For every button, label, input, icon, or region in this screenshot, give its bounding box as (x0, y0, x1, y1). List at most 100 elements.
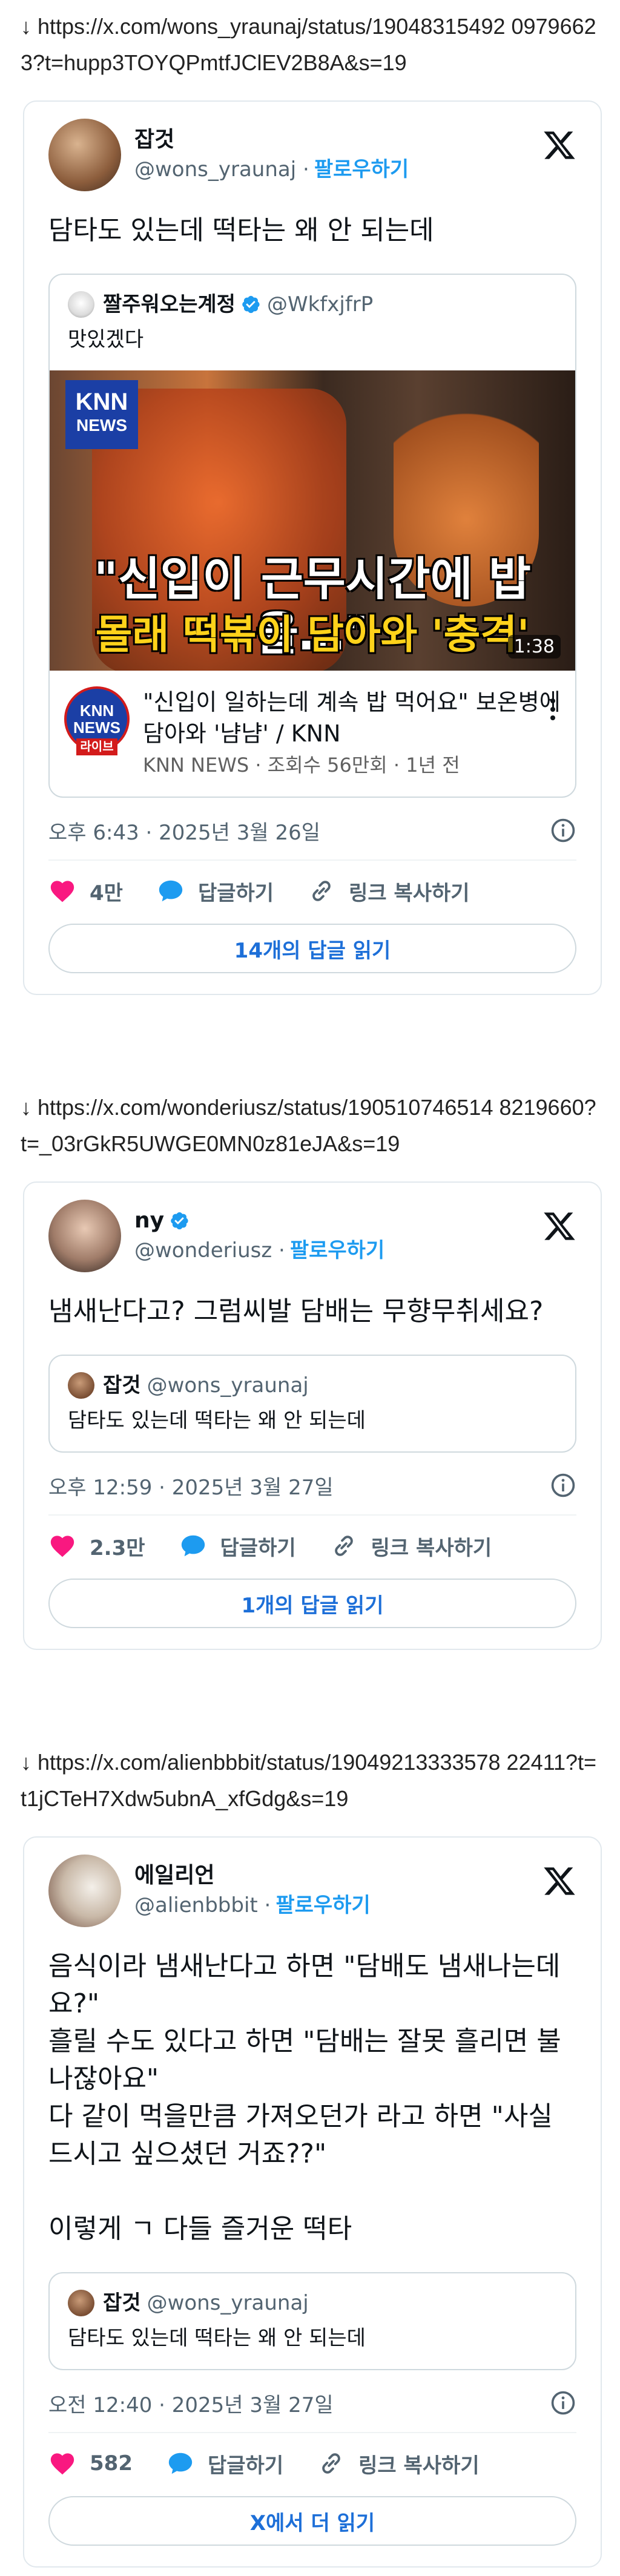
read-more-on-x-button[interactable]: X에서 더 읽기 (48, 2496, 576, 2546)
like-count: 4만 (90, 881, 123, 905)
info-icon[interactable] (550, 1472, 576, 1499)
author-name[interactable]: 잡것 (134, 125, 409, 154)
author-name[interactable]: ny (134, 1206, 164, 1235)
author-handle[interactable]: @wons_yraunaj (134, 154, 296, 185)
logo-top-text: KNN (75, 389, 128, 415)
tweet-url[interactable]: ↓ https://x.com/wons_yraunaj/status/1904… (21, 8, 599, 81)
heart-icon (50, 881, 74, 902)
x-logo-icon[interactable] (542, 1864, 576, 1898)
like-count: 2.3만 (90, 1536, 145, 1560)
reply-label: 답글하기 (220, 1536, 296, 1560)
quote-author-name: 잡것 (103, 2291, 141, 2315)
author-name[interactable]: 에일리언 (134, 1861, 371, 1890)
copy-link-label: 링크 복사하기 (349, 881, 470, 905)
read-replies-button[interactable]: 14개의 답글 읽기 (48, 924, 576, 973)
copy-link-button[interactable]: 링크 복사하기 (330, 1531, 492, 1561)
copy-link-button[interactable]: 링크 복사하기 (308, 876, 470, 906)
link-icon (334, 1536, 353, 1556)
timestamp-row: 오후 6:43 · 2025년 3월 26일 (48, 812, 576, 849)
quote-author-handle: @wons_yraunaj (147, 2291, 309, 2315)
quoted-tweet[interactable]: 잡것 @wons_yraunaj 담타도 있는데 떡타는 왜 안 되는데 (48, 1355, 576, 1453)
author-handle[interactable]: @wonderiusz (134, 1235, 272, 1266)
action-bar: 4만 답글하기 링크 복사하기 (48, 875, 576, 907)
like-button[interactable]: 2.3만 (48, 1531, 145, 1561)
video-title[interactable]: "신입이 일하는데 계속 밥 먹어요" 보온병에 담아와 '냠냠' / KNN (143, 686, 561, 749)
video-info[interactable]: KNN NEWS 라이브 "신입이 일하는데 계속 밥 먹어요" 보온병에 담아… (50, 671, 575, 797)
quote-text: 맛있겠다 (68, 327, 144, 352)
author-name-row: ny (134, 1206, 384, 1235)
reply-button[interactable]: 답글하기 (167, 2449, 283, 2479)
quoted-tweet[interactable]: 짤주워오는계정 @WkfxjfrP 맛있겠다 KNN NEWS "신입이 근무시… (48, 274, 576, 798)
avatar[interactable] (48, 1200, 121, 1272)
quote-text: 담타도 있는데 떡타는 왜 안 되는데 (68, 2326, 366, 2350)
copy-link-label: 링크 복사하기 (358, 2453, 480, 2478)
quote-text: 담타도 있는데 떡타는 왜 안 되는데 (68, 1408, 366, 1433)
quote-author-name: 짤주워오는계정 (103, 292, 236, 317)
timestamp[interactable]: 오후 12:59 · 2025년 3월 27일 (48, 1471, 334, 1500)
reply-bubble-icon (159, 880, 183, 902)
tweet-section-3: ↓ https://x.com/alienbbbit/status/190492… (0, 1744, 620, 2568)
live-badge: 라이브 (76, 738, 117, 755)
info-icon[interactable] (550, 817, 576, 844)
quote-header: 잡것 @wons_yraunaj (50, 2273, 575, 2317)
separator: · (257, 1893, 271, 1917)
quote-author-handle: @wons_yraunaj (147, 1373, 309, 1398)
separator: · (296, 157, 309, 182)
reply-button[interactable]: 답글하기 (157, 876, 274, 906)
video-meta: KNN NEWS · 조회수 56만회 · 1년 전 (143, 754, 460, 777)
verified-badge-icon (242, 295, 260, 314)
handle-row: @wons_yraunaj · 팔로우하기 (134, 154, 409, 185)
reply-label: 답글하기 (197, 881, 274, 905)
video-thumbnail[interactable]: KNN NEWS "신입이 근무시간에 밥을…" 몰래 떡볶이 담아와 '충격'… (50, 370, 575, 671)
tweet-text: 담타도 있는데 떡타는 왜 안 되는데 (48, 215, 434, 246)
channel-logo-line1: KNN (79, 702, 114, 720)
divider (48, 859, 576, 861)
reply-button[interactable]: 답글하기 (179, 1531, 296, 1561)
timestamp[interactable]: 오전 12:40 · 2025년 3월 27일 (48, 2388, 334, 2418)
channel-avatar[interactable]: KNN NEWS 라이브 (64, 686, 130, 755)
copy-link-button[interactable]: 링크 복사하기 (317, 2449, 480, 2479)
tweet-card[interactable]: 에일리언 @alienbbbit · 팔로우하기 음식이라 냄새난다고 하면 "… (23, 1836, 602, 2568)
quote-header: 짤주워오는계정 @WkfxjfrP (50, 275, 575, 318)
heart-icon (50, 1536, 74, 1557)
info-icon[interactable] (550, 2390, 576, 2416)
quote-avatar (68, 1372, 94, 1399)
tweet-section-2: ↓ https://x.com/wonderiusz/status/190510… (0, 1089, 620, 1650)
more-options-icon[interactable] (549, 695, 557, 724)
handle-row: @wonderiusz · 팔로우하기 (134, 1235, 384, 1266)
separator: · (272, 1238, 285, 1263)
tweet-url[interactable]: ↓ https://x.com/alienbbbit/status/190492… (21, 1744, 599, 1817)
link-icon (312, 881, 331, 901)
avatar[interactable] (48, 1855, 121, 1927)
author-info: 에일리언 @alienbbbit · 팔로우하기 (134, 1861, 371, 1920)
tweet-header: 에일리언 @alienbbbit · 팔로우하기 (48, 1855, 576, 1927)
x-logo-icon[interactable] (542, 1209, 576, 1243)
link-icon (322, 2453, 340, 2474)
like-button[interactable]: 4만 (48, 876, 123, 906)
follow-button[interactable]: 팔로우하기 (290, 1235, 384, 1266)
tweet-url[interactable]: ↓ https://x.com/wonderiusz/status/190510… (21, 1089, 599, 1162)
like-button[interactable]: 582 (48, 2450, 133, 2477)
author-info: ny @wonderiusz · 팔로우하기 (134, 1206, 384, 1266)
divider (48, 1514, 576, 1516)
timestamp-row: 오후 12:59 · 2025년 3월 27일 (48, 1467, 576, 1503)
quoted-tweet[interactable]: 잡것 @wons_yraunaj 담타도 있는데 떡타는 왜 안 되는데 (48, 2272, 576, 2370)
follow-button[interactable]: 팔로우하기 (314, 154, 409, 185)
read-replies-button[interactable]: 1개의 답글 읽기 (48, 1579, 576, 1628)
timestamp-row: 오전 12:40 · 2025년 3월 27일 (48, 2385, 576, 2421)
follow-button[interactable]: 팔로우하기 (275, 1890, 370, 1920)
tweet-header: 잡것 @wons_yraunaj · 팔로우하기 (48, 119, 576, 191)
tweet-card[interactable]: 잡것 @wons_yraunaj · 팔로우하기 담타도 있는데 떡타는 왜 안… (23, 100, 602, 995)
x-logo-icon[interactable] (542, 128, 576, 162)
timestamp[interactable]: 오후 6:43 · 2025년 3월 26일 (48, 816, 320, 846)
video-text: "신입이 일하는데 계속 밥 먹어요" 보온병에 담아와 '냠냠' / KNN … (143, 686, 561, 781)
avatar[interactable] (48, 119, 121, 191)
quote-avatar (68, 291, 94, 318)
handle-row: @alienbbbit · 팔로우하기 (134, 1890, 371, 1920)
quote-author-handle: @WkfxjfrP (266, 292, 374, 317)
reply-bubble-icon (168, 2453, 193, 2474)
reply-bubble-icon (181, 1535, 205, 1557)
author-handle[interactable]: @alienbbbit (134, 1890, 258, 1920)
knn-news-logo: KNN NEWS (65, 380, 138, 449)
tweet-card[interactable]: ny @wonderiusz · 팔로우하기 냄새난다고? 그럼씨발 담배는 무… (23, 1181, 602, 1650)
